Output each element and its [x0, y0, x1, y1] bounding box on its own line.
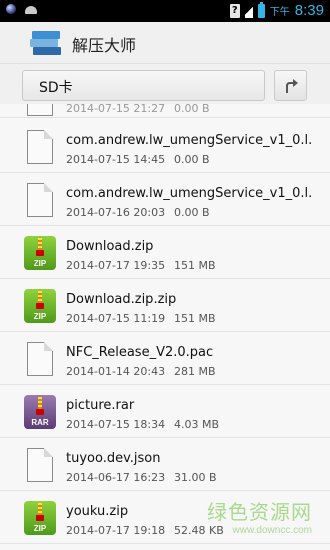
- file-name: tuyoo.dev.json: [66, 451, 161, 466]
- file-size: 0.00 B: [174, 206, 210, 219]
- file-date: 2014-07-16 20:03: [66, 206, 166, 219]
- file-size: 0.00 B: [174, 104, 210, 115]
- file-name: NFC_Release_V2.0.pac: [66, 345, 214, 360]
- file-date: 2014-07-15 14:45: [66, 153, 166, 166]
- status-time: 8:39: [294, 2, 324, 19]
- list-item[interactable]: ZIP Download.zip 2014-07-17 19:35 151 MB: [0, 226, 330, 279]
- document-icon: [24, 104, 56, 118]
- file-date: 2014-07-15 11:19: [66, 312, 166, 325]
- status-bar: ? 下午 8:39: [0, 0, 330, 22]
- question-icon: ?: [229, 3, 240, 18]
- document-icon: [24, 183, 56, 219]
- list-item[interactable]: 2014-07-15 21:27 0.00 B: [0, 104, 330, 118]
- file-name: Download.zip.zip: [66, 292, 177, 307]
- battery-icon: [257, 1, 265, 18]
- app-title: 解压大师: [72, 36, 137, 55]
- notification-dot-icon: [6, 4, 16, 14]
- signal-icon: [244, 3, 253, 18]
- file-size: 151 MB: [174, 312, 216, 325]
- file-size: 151 MB: [174, 259, 216, 272]
- rar-archive-icon: RAR: [24, 395, 56, 431]
- list-item[interactable]: tuyoo.dev.json 2014-06-17 16:23 31.00 B: [0, 438, 330, 491]
- file-size: 0.00 B: [174, 153, 210, 166]
- document-icon: [24, 448, 56, 484]
- watermark-url: www.downcc.com: [232, 525, 312, 536]
- file-name: youku.zip: [66, 504, 129, 519]
- list-item[interactable]: com.andrew.lw_umengService_v1_0.l. 2014-…: [0, 120, 330, 173]
- file-list: 2014-07-15 21:27 0.00 B com.andrew.lw_um…: [0, 104, 330, 550]
- android-icon: [24, 4, 38, 14]
- folder-up-arrow-icon: [286, 79, 298, 93]
- file-date: 2014-07-17 19:18: [66, 524, 166, 537]
- list-item[interactable]: NFC_Release_V2.0.pac 2014-01-14 20:43 28…: [0, 332, 330, 385]
- books-stack-icon: [30, 28, 61, 58]
- file-name: com.andrew.lw_umengService_v1_0.l.: [66, 133, 313, 148]
- file-size: 31.00 B: [174, 471, 217, 484]
- list-item[interactable]: ZIP Download.zip.zip 2014-07-15 11:19 15…: [0, 279, 330, 332]
- file-date: 2014-06-17 16:23: [66, 471, 166, 484]
- list-item[interactable]: com.andrew.lw_umengService_v1_0.l. 2014-…: [0, 173, 330, 226]
- document-icon: [24, 130, 56, 166]
- path-selector[interactable]: SD卡: [22, 70, 265, 101]
- list-item[interactable]: RAR picture.rar 2014-07-15 18:34 4.03 MB: [0, 385, 330, 438]
- up-directory-button[interactable]: [274, 70, 307, 101]
- title-bar: 解压大师: [0, 22, 330, 64]
- file-date: 2014-07-15 18:34: [66, 418, 166, 431]
- file-date: 2014-07-17 19:35: [66, 259, 166, 272]
- current-path-label: SD卡: [39, 80, 73, 96]
- document-icon: [24, 342, 56, 378]
- file-date: 2014-01-14 20:43: [66, 365, 166, 378]
- zip-archive-icon: ZIP: [24, 236, 56, 272]
- file-size: 281 MB: [174, 365, 216, 378]
- zip-archive-icon: ZIP: [24, 501, 56, 537]
- watermark: 绿色资源网 www.downcc.com: [207, 496, 312, 536]
- path-bar: SD卡: [0, 64, 330, 104]
- file-name: Download.zip: [66, 239, 154, 254]
- zip-archive-icon: ZIP: [24, 289, 56, 325]
- file-name: com.andrew.lw_umengService_v1_0.l.: [66, 186, 313, 201]
- file-date: 2014-07-15 21:27: [66, 104, 166, 115]
- file-name: picture.rar: [66, 398, 135, 413]
- file-size: 4.03 MB: [174, 418, 220, 431]
- status-ampm: 下午: [269, 7, 290, 18]
- watermark-title: 绿色资源网: [207, 500, 312, 524]
